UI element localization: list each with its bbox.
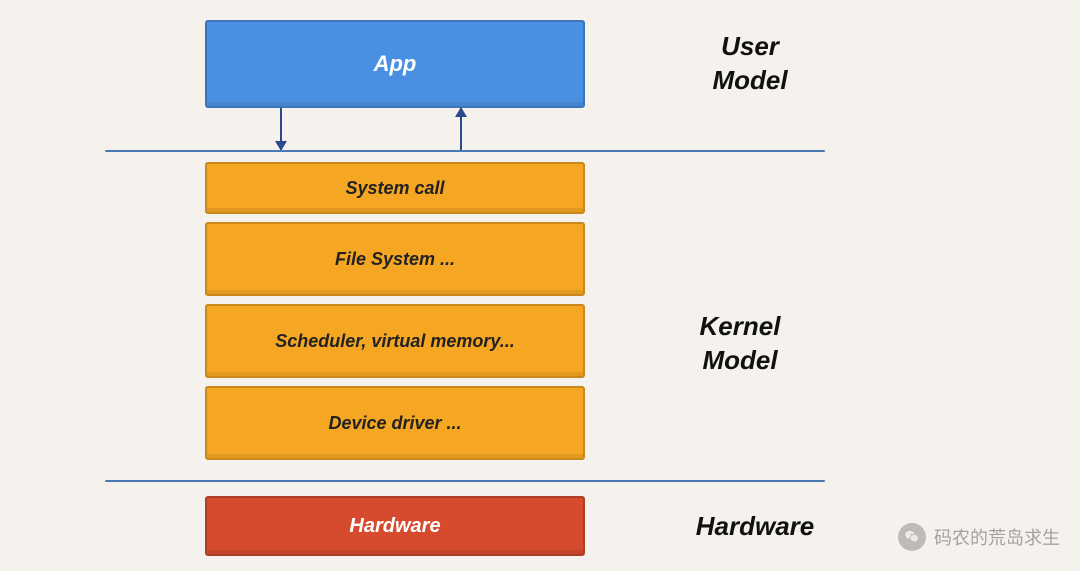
watermark: 码农的荒岛求生 (898, 523, 1060, 551)
file-system-layer-box: File System ... (205, 222, 585, 296)
file-system-label: File System ... (335, 249, 455, 270)
user-model-label: User Model (655, 30, 845, 98)
hardware-section-label: Hardware (660, 510, 850, 544)
os-layers-diagram: App System call File System ... Schedule… (0, 0, 1080, 571)
hardware-layer-box: Hardware (205, 496, 585, 556)
user-kernel-divider (105, 150, 825, 152)
kernel-hardware-divider (105, 480, 825, 482)
user-label-line1: User (721, 31, 779, 61)
user-label-line2: Model (712, 65, 787, 95)
kernel-label-line1: Kernel (700, 311, 781, 341)
app-layer-label: App (374, 51, 417, 77)
hardware-layer-label: Hardware (349, 515, 440, 538)
kernel-model-label: Kernel Model (645, 310, 835, 378)
kernel-label-line2: Model (702, 345, 777, 375)
device-driver-layer-box: Device driver ... (205, 386, 585, 460)
system-call-label: System call (345, 178, 444, 199)
device-driver-label: Device driver ... (328, 413, 461, 434)
arrow-down-icon (280, 108, 282, 150)
arrow-up-icon (460, 108, 462, 150)
hardware-label-text: Hardware (696, 511, 815, 541)
scheduler-layer-box: Scheduler, virtual memory... (205, 304, 585, 378)
watermark-text: 码农的荒岛求生 (934, 524, 1060, 550)
system-call-layer-box: System call (205, 162, 585, 214)
wechat-icon (898, 523, 926, 551)
app-layer-box: App (205, 20, 585, 108)
scheduler-label: Scheduler, virtual memory... (275, 331, 514, 352)
